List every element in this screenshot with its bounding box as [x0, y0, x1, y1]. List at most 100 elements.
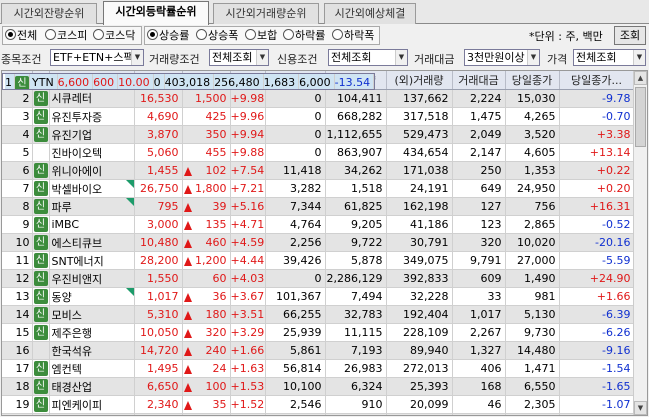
item-condition-select[interactable]: ETF+ETN+스팩 ▼	[50, 49, 144, 66]
stock-name: 제주은행	[51, 326, 92, 340]
stock-name: 진바이오텍	[51, 146, 103, 160]
table-row[interactable]: 19 신 피엔케이피 2,340 35 +1.52 2,546 910 20,099 46 2,30…	[2, 395, 635, 414]
table-row[interactable]: 17 신 엠컨텍 1,495 24 +1.63 56,814 26,983 272,013 406…	[2, 359, 635, 378]
scroll-down-icon[interactable]: ▼	[634, 401, 647, 415]
change-cell: 180	[182, 305, 231, 324]
credit-icon-cell: 신	[32, 251, 50, 270]
close-rate-cell: +0.22	[559, 161, 635, 180]
sell-remaining-cell: 5,861	[265, 341, 326, 360]
table-row[interactable]: 12 신 우진비앤지 1,550 60 +4.03 0 2,286,129 392,833 609…	[2, 269, 635, 288]
scroll-thumb[interactable]	[635, 87, 646, 147]
close-price-cell: 27,000	[505, 251, 560, 270]
table-row[interactable]: 9 신 iMBC 3,000 135 +4.71 4,764 9,205 41,186 123 2,…	[2, 215, 635, 234]
volume-cell: 228,109	[386, 323, 453, 342]
tab-afterhours-volume[interactable]: 시간외거래량순위	[213, 3, 319, 24]
select-value: 전체조회	[576, 51, 617, 64]
radio-fall-rate[interactable]: 하락률	[283, 28, 325, 43]
table-row[interactable]: 16 한국석유 14,720 240 +1.66 5,861 7,193 89,940 1,32…	[2, 341, 635, 360]
close-price-cell: 14,480	[505, 341, 560, 360]
table-row[interactable]: 7 신 박셀바이오 26,750 1,800 +7.21 3,282 1,518 24,191 6…	[2, 179, 635, 198]
table-row[interactable]: 10 신 에스티큐브 10,480 460 +4.59 2,256 9,722 30,791 32…	[2, 233, 635, 252]
column-header[interactable]: 거래대금	[452, 71, 506, 90]
rank-cell: 1	[5, 74, 15, 89]
credit-badge-icon: 신	[33, 397, 48, 412]
close-price-cell: 2,305	[505, 395, 560, 414]
radio-rise-rate[interactable]: 상승률	[147, 28, 189, 43]
price-cell: 6,600	[57, 74, 94, 89]
table-row[interactable]: 4 신 유진기업 3,870 350 +9.94 0 1,112,655 529,473 2,04…	[2, 125, 635, 144]
tab-afterhours-expected[interactable]: 시간외예상체결	[324, 3, 416, 24]
credit-icon-cell: 신	[32, 233, 50, 252]
change-rate-cell: 10.00	[117, 74, 154, 89]
scroll-up-icon[interactable]: ▲	[634, 71, 647, 85]
up-arrow-icon	[183, 221, 192, 230]
change-cell: 1,800	[182, 179, 231, 198]
query-button[interactable]: 조회	[614, 26, 646, 45]
rank-cell: 16	[2, 341, 33, 360]
change-value: 1,800	[195, 182, 227, 195]
tab-afterhours-change-rate[interactable]: 시간외등락률순위	[103, 1, 209, 25]
table-row[interactable]: 15 신 제주은행 10,050 320 +3.29 25,939 11,115 228,109…	[2, 323, 635, 342]
change-rate-cell: +7.21	[230, 179, 266, 198]
radio-fall-amount[interactable]: 하락폭	[332, 28, 374, 43]
column-header[interactable]: 당일종가	[505, 71, 560, 90]
volume-condition-select[interactable]: 전체조회 ▼	[209, 49, 269, 66]
stock-name-cell: 코센	[49, 413, 135, 415]
table-row[interactable]: 14 신 모비스 5,310 180 +3.51 66,255 32,783 192,404 1,…	[2, 305, 635, 324]
trade-amount-cell: 320	[452, 233, 506, 252]
trade-amount-cell: 1,017	[452, 305, 506, 324]
radio-all[interactable]: 전체	[5, 28, 37, 43]
close-rate-cell: +3.58	[559, 413, 635, 415]
radio-kospi[interactable]: 코스피	[45, 28, 87, 43]
chevron-down-icon: ▼	[131, 50, 143, 65]
column-header[interactable]: (외)거래량	[386, 71, 453, 90]
tab-afterhours-remaining[interactable]: 시간외잔량순위	[1, 3, 97, 24]
stock-name: 파루	[51, 200, 72, 214]
credit-icon-cell	[32, 341, 50, 360]
credit-condition-select[interactable]: 전체조회 ▼	[328, 49, 408, 66]
credit-icon-cell: 신	[32, 323, 50, 342]
volume-cell: 171,038	[386, 161, 453, 180]
radio-dot	[245, 29, 256, 40]
table-row[interactable]: 8 신 파루 795 39 +5.16 7,344 61,825 162,198 127 756 +1…	[2, 197, 635, 216]
table-row[interactable]: 1 신 YTN 6,600 600 10.00 0 403,018 256,480 1,683 6,…	[2, 73, 376, 90]
close-rate-cell: +3.38	[559, 125, 635, 144]
select-value: 3천만원이상	[467, 51, 525, 64]
radio-label: 하락폭	[344, 29, 375, 42]
rank-cell: 5	[2, 143, 33, 162]
vertical-scrollbar[interactable]: ▲ ▼	[633, 71, 647, 415]
table-row[interactable]: 6 신 위니아에이 1,455 102 +7.54 11,418 34,262 171,038 2…	[2, 161, 635, 180]
radio-unchanged[interactable]: 보합	[245, 28, 277, 43]
column-header[interactable]: 당일종가...	[559, 71, 635, 90]
change-value: 1,200	[195, 254, 227, 267]
credit-icon-cell: 신	[32, 107, 50, 126]
tab-bar: 시간외잔량순위 시간외등락률순위 시간외거래량순위 시간외예상체결	[0, 0, 649, 25]
radio-rise-amount[interactable]: 상승폭	[196, 28, 238, 43]
table-row[interactable]: 2 신 시큐레터 16,530 1,500 +9.98 0 104,411 137,662 2,2…	[2, 89, 635, 108]
table-row[interactable]: 11 신 SNT에너지 28,200 1,200 +4.44 39,426 5,878 349,…	[2, 251, 635, 270]
rank-cell: 3	[2, 107, 33, 126]
radio-dot	[283, 29, 294, 40]
up-arrow-icon	[183, 293, 192, 302]
filter-bar: 종목조건 ETF+ETN+스팩 ▼ 거래량조건 전체조회 ▼ 신용조건 전체조회 ▼ …	[0, 47, 649, 68]
close-price-cell: 10,020	[505, 233, 560, 252]
up-arrow-icon	[183, 167, 192, 176]
price-cell: 28,200	[134, 251, 183, 270]
table-row[interactable]: 13 신 동양 1,017 36 +3.67 101,367 7,494 32,228 33 981…	[2, 287, 635, 306]
table-row[interactable]: 3 신 유진투자증 4,690 425 +9.96 0 668,282 317,518 1,475…	[2, 107, 635, 126]
trade-amount-select[interactable]: 3천만원이상 ▼	[464, 49, 540, 66]
close-price-cell: 15,030	[505, 89, 560, 108]
radio-dot	[93, 29, 104, 40]
buy-remaining-cell: 668,282	[325, 107, 387, 126]
table-row[interactable]: 18 신 태경산업 6,650 100 +1.53 10,100 6,324 25,393 168…	[2, 377, 635, 396]
change-value: 36	[212, 290, 227, 303]
table-row[interactable]: 20신코센4,84070+1.479,0658,66511,429554,770…	[2, 413, 635, 416]
credit-badge-icon: 신	[34, 415, 48, 416]
volume-cell: 137,662	[386, 89, 453, 108]
radio-kosdaq[interactable]: 코스닥	[93, 28, 135, 43]
rank-cell: 13	[2, 287, 33, 306]
trade-amount-cell: 406	[452, 359, 506, 378]
stock-name-cell: 엠컨텍	[49, 359, 135, 378]
price-select[interactable]: 전체조회 ▼	[573, 49, 646, 66]
table-row[interactable]: 5 진바이오텍 5,060 455 +9.88 0 863,907 434,654 2,147 4…	[2, 143, 635, 162]
